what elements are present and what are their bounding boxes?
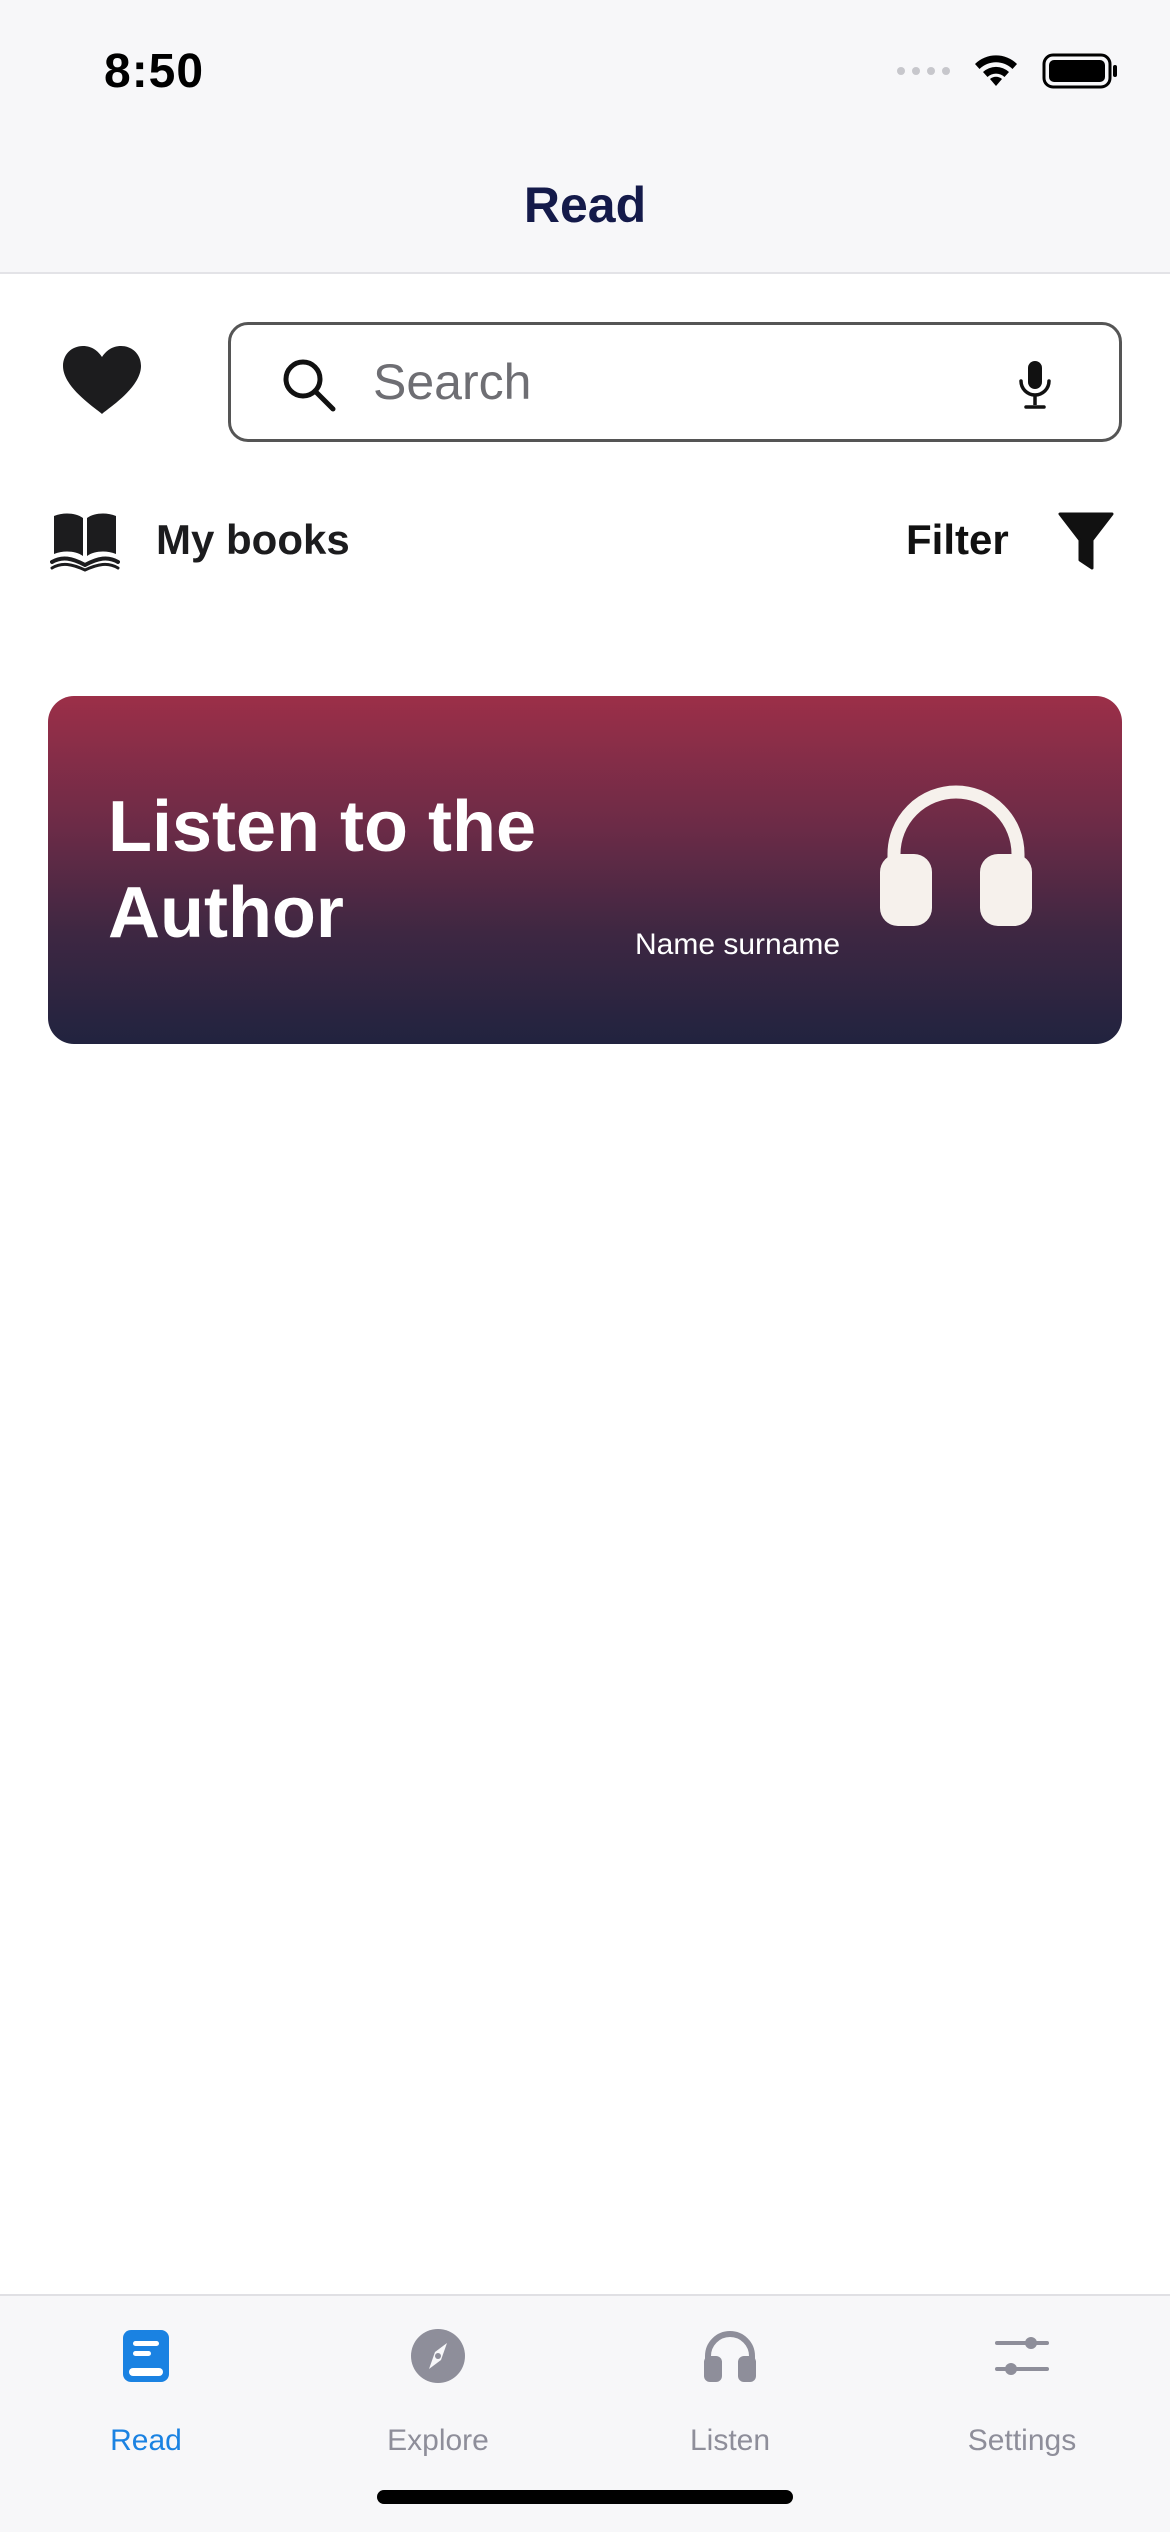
my-books-button[interactable]: My books [156,516,350,564]
home-indicator[interactable] [377,2490,793,2504]
headphones-icon [698,2324,762,2388]
tab-label: Explore [387,2424,489,2457]
compass-icon [406,2324,470,2388]
headphones-icon [880,785,1032,926]
listen-to-author-banner[interactable]: Listen to the Author Name surname [48,696,1122,1044]
tab-label: Settings [967,2424,1077,2457]
open-book-icon[interactable] [50,510,120,572]
search-bar[interactable] [228,322,1122,442]
status-time: 8:50 [104,45,205,98]
page-title: Read [523,177,647,233]
microphone-icon[interactable] [1017,359,1053,411]
search-icon [283,359,336,412]
tab-read[interactable]: Read [0,2296,292,2476]
heart-icon [63,346,141,414]
top-bar: 8:50 Read [0,0,1170,274]
tab-label: Read [110,2424,182,2457]
battery-icon [1042,53,1117,89]
tab-settings[interactable]: Settings [876,2296,1168,2476]
banner-author-name: Name surname [635,928,841,961]
status-icons [897,52,1118,90]
sliders-icon [990,2324,1054,2388]
funnel-icon[interactable] [1058,510,1114,572]
signal-dots-icon [897,67,950,75]
favorites-button[interactable] [58,336,146,424]
tab-label: Listen [689,2424,771,2457]
book-icon [114,2324,178,2388]
search-input[interactable] [373,351,973,413]
tab-explore[interactable]: Explore [292,2296,584,2476]
banner-title: Listen to the Author [108,787,536,953]
wifi-icon [975,55,1017,86]
tab-listen[interactable]: Listen [584,2296,876,2476]
filter-button[interactable]: Filter [906,516,1009,564]
